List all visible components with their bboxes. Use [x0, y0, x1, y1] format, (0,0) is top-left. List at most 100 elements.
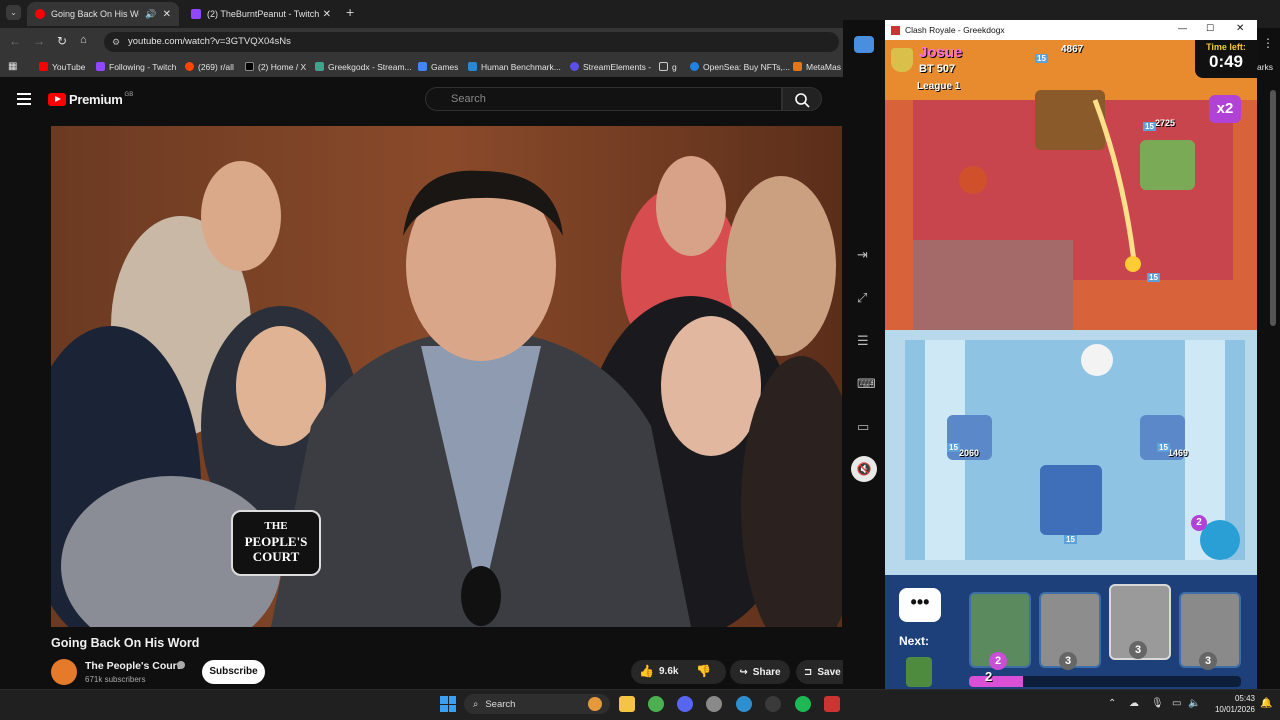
game-view[interactable]: Josue BT 507 League 1 4867 Time left: 0:… [885, 40, 1257, 689]
level-badge: 15 [1064, 535, 1077, 544]
discord-icon[interactable] [677, 696, 693, 712]
channel-name[interactable]: The People's Court [85, 660, 180, 672]
level-badge: 15 [1035, 54, 1048, 63]
youtube-icon [35, 9, 45, 19]
player-bt: BT 507 [919, 63, 956, 75]
benchmark-icon [468, 62, 477, 71]
search-button[interactable] [782, 87, 822, 111]
settings-icon[interactable] [706, 696, 722, 712]
channel-avatar[interactable] [51, 659, 77, 685]
back-icon[interactable]: ← [9, 34, 21, 48]
home-icon[interactable]: ⌂ [80, 34, 87, 46]
close-icon[interactable]: ✕ [1236, 23, 1244, 34]
dislike-icon[interactable]: 👎 [696, 664, 711, 678]
label-icon[interactable]: ▭ [857, 419, 869, 435]
address-text: youtube.com/watch?v=3GTVQX04sNs [128, 36, 291, 47]
youtube-logo[interactable]: Premium GB [48, 92, 133, 107]
start-icon[interactable] [440, 696, 456, 712]
clock-date: 10/01/2026 [1214, 705, 1255, 714]
video-player[interactable]: THE PEOPLE'S COURT [51, 126, 842, 627]
more-menu-icon[interactable]: ⋮ [1262, 36, 1274, 50]
app-icon[interactable] [765, 696, 781, 712]
settings-sliders-icon[interactable]: ☰ [857, 333, 869, 349]
share-button[interactable]: ↪ Share [730, 660, 790, 684]
file-explorer-icon[interactable] [619, 696, 635, 712]
taskbar-search[interactable]: ⌕ Search [464, 694, 610, 714]
minimize-icon[interactable]: — [1178, 23, 1187, 33]
bookmark-metamask[interactable]: MetaMas [793, 56, 841, 77]
maximize-icon[interactable]: ☐ [1206, 23, 1214, 34]
save-button[interactable]: ⊐ Save [796, 660, 845, 684]
close-icon[interactable]: ✕ [163, 9, 171, 20]
close-icon[interactable]: ✕ [323, 9, 331, 20]
window-icon [891, 25, 900, 35]
clash-royale-icon[interactable] [824, 696, 840, 712]
tab-twitch[interactable]: (2) TheBurntPeanut - Twitch ✕ [183, 2, 339, 26]
bookmark-streamelements[interactable]: StreamElements - [570, 56, 651, 77]
streamelements-icon [570, 62, 579, 71]
notification-icon[interactable]: 🔔 [1260, 698, 1272, 709]
tower-hp-left: 2060 [959, 448, 980, 458]
menu-icon[interactable] [17, 93, 31, 105]
site-info-icon[interactable]: ⚙ [112, 32, 120, 52]
mute-button[interactable]: 🔇 [851, 456, 877, 482]
bookmark-folder-g[interactable]: g [659, 56, 677, 77]
clock[interactable]: 05:43 10/01/2026 [1205, 693, 1255, 715]
search-input[interactable]: Search [425, 87, 782, 111]
forward-icon[interactable]: → [33, 34, 45, 48]
emote-button[interactable]: ••• [899, 588, 941, 622]
level-badge: 15 [1143, 122, 1156, 131]
level-badge: 15 [947, 443, 960, 452]
bookmark-youtube[interactable]: YouTube [39, 56, 85, 77]
tab-youtube[interactable]: Going Back On His Word - 🔊 ✕ [27, 2, 179, 26]
elixir-bar [969, 676, 1241, 687]
youtube-play-icon [48, 93, 66, 106]
exit-icon[interactable]: ⇥ [857, 247, 868, 263]
bookmarks-overflow[interactable]: arks [1257, 62, 1273, 72]
bookmark-human-benchmark[interactable]: Human Benchmark... [468, 56, 561, 77]
video-title: Going Back On His Word [51, 636, 200, 650]
scrollbar[interactable] [1270, 90, 1276, 326]
verified-icon [177, 661, 185, 669]
bookmark-x[interactable]: (2) Home / X [245, 56, 306, 77]
folder-icon [659, 62, 668, 71]
bookmark-games[interactable]: Games [418, 56, 458, 77]
chrome-icon[interactable] [648, 696, 664, 712]
address-bar[interactable]: ⚙ youtube.com/watch?v=3GTVQX04sNs [104, 32, 839, 52]
spotify-icon[interactable] [795, 696, 811, 712]
bookmark-reddit[interactable]: (269) r/all [185, 56, 234, 77]
volume-icon[interactable]: 🔈 [1188, 698, 1200, 709]
search-icon: ⌕ [473, 698, 479, 710]
bot-icon[interactable] [854, 36, 874, 53]
google-icon [418, 62, 427, 71]
bookmark-greekgodx[interactable]: Greekgodx - Stream... [315, 56, 412, 77]
game-window-titlebar: Clash Royale - Greekdogx — ☐ ✕ [885, 20, 1257, 40]
bookmark-twitch[interactable]: Following - Twitch [96, 56, 176, 77]
subscribe-button[interactable]: Subscribe [202, 660, 265, 684]
enemy-tower-hp-right: 2725 [1155, 118, 1176, 128]
edge-icon[interactable] [736, 696, 752, 712]
tray-chevron-icon[interactable]: ⌃ [1108, 698, 1116, 709]
like-count[interactable]: 9.6k [659, 666, 678, 677]
reload-icon[interactable]: ↻ [57, 34, 67, 48]
mute-icon: 🔇 [856, 462, 872, 476]
subscriber-count: 671k subscribers [85, 675, 146, 684]
onedrive-icon[interactable]: ☁ [1129, 698, 1139, 709]
bookmarks-bar: ▦ YouTube Following - Twitch (269) r/all… [0, 56, 845, 77]
keyboard-icon[interactable]: ⌨ [857, 376, 876, 392]
tab-label: (2) TheBurntPeanut - Twitch [207, 9, 320, 19]
speaker-icon[interactable]: 🔊 [145, 9, 156, 20]
metamask-icon [793, 62, 802, 71]
new-tab-icon[interactable]: + [346, 4, 354, 20]
window-title: Clash Royale - Greekdogx [905, 25, 1005, 35]
expand-icon[interactable]: ⤢ [857, 290, 867, 306]
timer-label: Time left: [1206, 42, 1246, 52]
apps-icon[interactable]: ▦ [8, 56, 17, 77]
network-icon[interactable]: ▭ [1172, 698, 1181, 709]
card-cost: 2 [989, 652, 1007, 670]
microphone-icon[interactable]: 🎙 [1151, 698, 1164, 709]
like-icon[interactable]: 👍 [639, 664, 654, 678]
clock-time: 05:43 [1234, 694, 1255, 703]
bookmark-opensea[interactable]: OpenSea: Buy NFTs,... [690, 56, 790, 77]
tab-search-button[interactable]: ⌄ [6, 5, 21, 20]
